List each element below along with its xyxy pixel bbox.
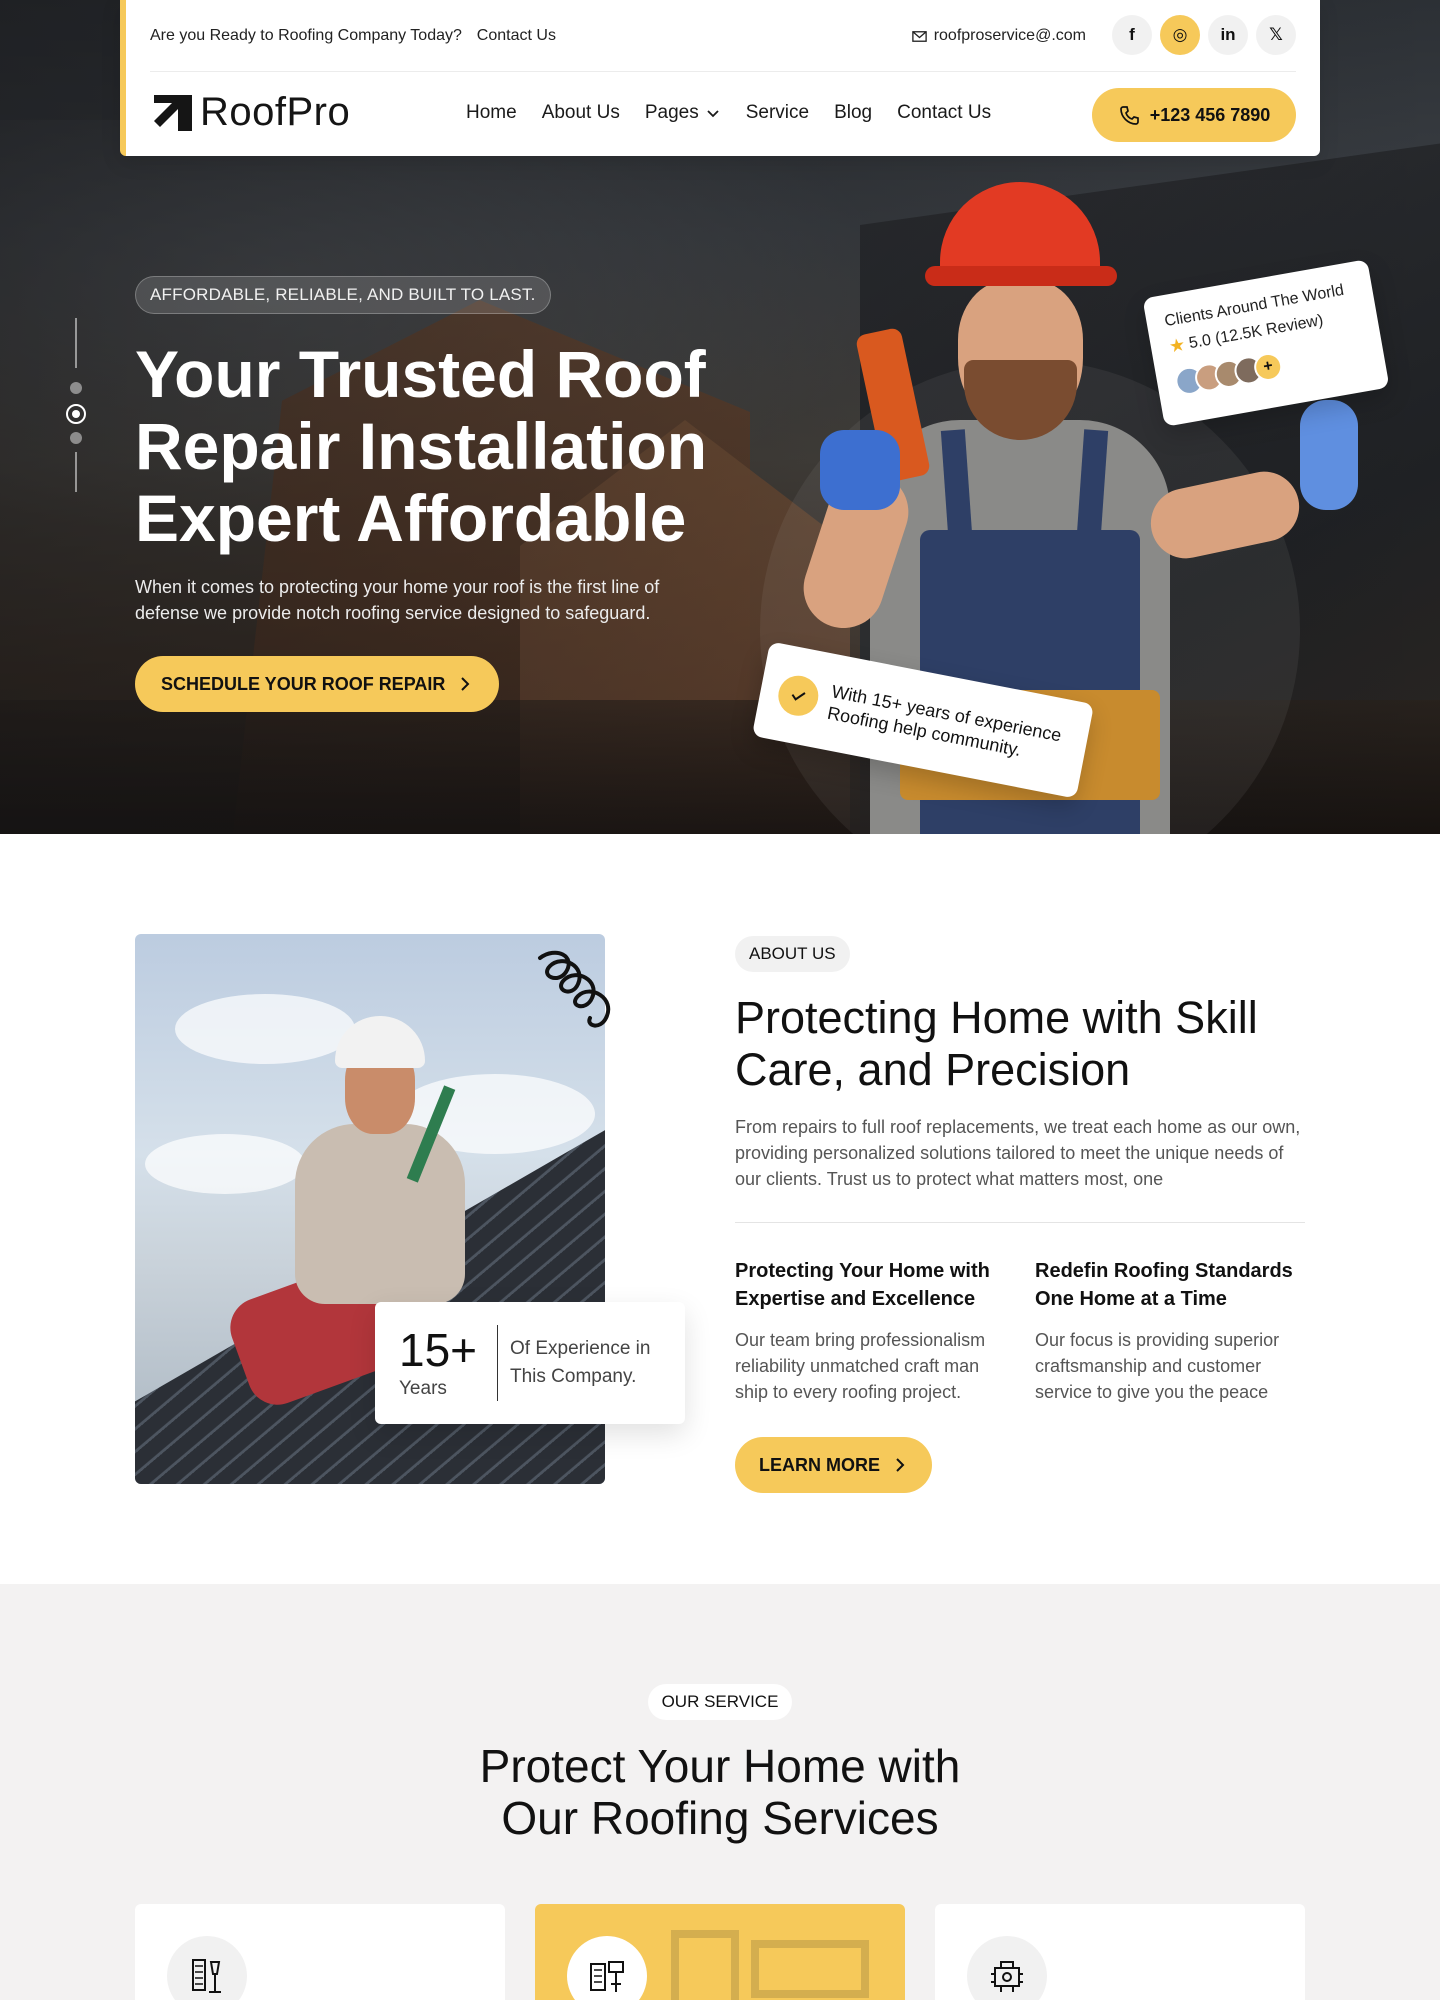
experience-box: 15+ Years Of Experience in This Company. <box>375 1302 685 1424</box>
phone-number: +123 456 7890 <box>1149 104 1271 125</box>
top-bar: Are you Ready to Roofing Company Today? … <box>150 0 1296 72</box>
schedule-repair-button[interactable]: SCHEDULE YOUR ROOF REPAIR <box>135 656 500 712</box>
nav-contact-us[interactable]: Contact Us <box>897 102 991 124</box>
squiggle-decoration-icon <box>538 950 611 1028</box>
topbar-message: Are you Ready to Roofing Company Today? … <box>150 27 556 45</box>
about-features: Protecting Your Home with Expertise and … <box>735 1257 1305 1405</box>
service-card[interactable] <box>935 1904 1305 2000</box>
experience-unit: Years <box>399 1378 447 1399</box>
drill-tools-icon <box>192 1959 221 1993</box>
nav-pages[interactable]: Pages <box>645 102 721 124</box>
hero-description: When it comes to protecting your home yo… <box>135 577 660 623</box>
linkedin-icon[interactable]: in <box>1208 15 1248 55</box>
about-section: ABOUT US Protecting Home with Skill Care… <box>735 936 1305 1493</box>
services-title-line2: Our Roofing Services <box>501 1792 939 1844</box>
about-title: Protecting Home with Skill Care, and Pre… <box>735 992 1258 1095</box>
feature-text: Our team bring professionalism reliabili… <box>735 1330 986 1402</box>
phone-button[interactable]: +123 456 7890 <box>1092 88 1296 142</box>
instagram-icon[interactable]: ◎ <box>1160 15 1200 55</box>
hero-slider-dots <box>66 318 86 492</box>
chevron-down-icon <box>707 110 719 118</box>
hero-content: AFFORDABLE, RELIABLE, AND BUILT TO LAST.… <box>135 276 755 712</box>
schedule-repair-label: SCHEDULE YOUR ROOF REPAIR <box>161 673 446 694</box>
experience-card-text: With 15+ years of experience Roofing hel… <box>825 681 1064 761</box>
nav-home[interactable]: Home <box>466 102 517 124</box>
services-title-line1: Protect Your Home with <box>479 1740 961 1792</box>
services-title: Protect Your Home with Our Roofing Servi… <box>0 1740 1440 1844</box>
slider-dot[interactable] <box>70 382 82 394</box>
nav-blog[interactable]: Blog <box>834 102 872 124</box>
about-tag: ABOUT US <box>735 936 850 972</box>
learn-more-label: LEARN MORE <box>759 1454 880 1475</box>
hero-title: Your Trusted Roof Repair Installation Ex… <box>135 337 708 555</box>
nav-service[interactable]: Service <box>746 102 809 124</box>
toolbox-icon <box>590 1961 624 1992</box>
topbar-ready-text: Are you Ready to Roofing Company Today? <box>150 27 462 44</box>
nav-pages-label: Pages <box>644 102 699 123</box>
topbar-contact-link[interactable]: Contact Us <box>477 27 556 44</box>
mail-icon <box>911 30 927 42</box>
learn-more-button[interactable]: LEARN MORE <box>735 1437 932 1493</box>
facebook-icon[interactable]: f <box>1112 15 1152 55</box>
email-text: roofproservice@.com <box>933 27 1086 44</box>
feature-item: Redefin Roofing Standards One Home at a … <box>1035 1257 1303 1405</box>
feature-title: Protecting Your Home with Expertise and … <box>735 1260 990 1310</box>
feature-item: Protecting Your Home with Expertise and … <box>735 1257 1003 1405</box>
experience-description: Of Experience in This Company. <box>510 1338 651 1387</box>
logo[interactable]: RoofPro <box>150 89 350 135</box>
chevron-right-icon <box>461 677 470 691</box>
topbar-email[interactable]: roofproservice@.com <box>911 27 1086 45</box>
check-icon <box>774 672 822 720</box>
feature-title: Redefin Roofing Standards One Home at a … <box>1035 1260 1293 1310</box>
slider-dot-active[interactable] <box>66 404 86 424</box>
roof-machine-icon <box>991 1961 1023 1992</box>
feature-text: Our focus is providing superior craftsma… <box>1035 1330 1280 1402</box>
service-card[interactable] <box>135 1904 505 2000</box>
star-icon: ★ <box>1167 334 1187 357</box>
x-icon[interactable]: 𝕏 <box>1256 15 1296 55</box>
slider-dot[interactable] <box>70 432 82 444</box>
site-header: Are you Ready to Roofing Company Today? … <box>120 0 1320 156</box>
about-description: From repairs to full roof replacements, … <box>735 1114 1305 1223</box>
hero-tagline: AFFORDABLE, RELIABLE, AND BUILT TO LAST. <box>135 276 551 314</box>
divider <box>497 1325 498 1401</box>
nav-about-us[interactable]: About Us <box>542 102 620 124</box>
experience-number: 15+ <box>399 1324 478 1376</box>
services-tag: OUR SERVICE <box>647 1684 793 1720</box>
logo-text: RoofPro <box>200 89 351 134</box>
phone-icon <box>1119 106 1139 125</box>
service-card-highlighted[interactable] <box>535 1904 905 2000</box>
social-links: f ◎ in 𝕏 <box>1112 15 1296 55</box>
toolbox-watermark-icon <box>671 1930 869 2000</box>
main-nav: RoofPro Home About Us Pages Service Blog… <box>150 72 1296 156</box>
nav-menu: Home About Us Pages Service Blog Contact… <box>466 102 991 124</box>
roofpro-logo-icon <box>154 95 192 131</box>
chevron-right-icon <box>896 1458 905 1472</box>
services-section: OUR SERVICE Protect Your Home with Our R… <box>0 1584 1440 2000</box>
